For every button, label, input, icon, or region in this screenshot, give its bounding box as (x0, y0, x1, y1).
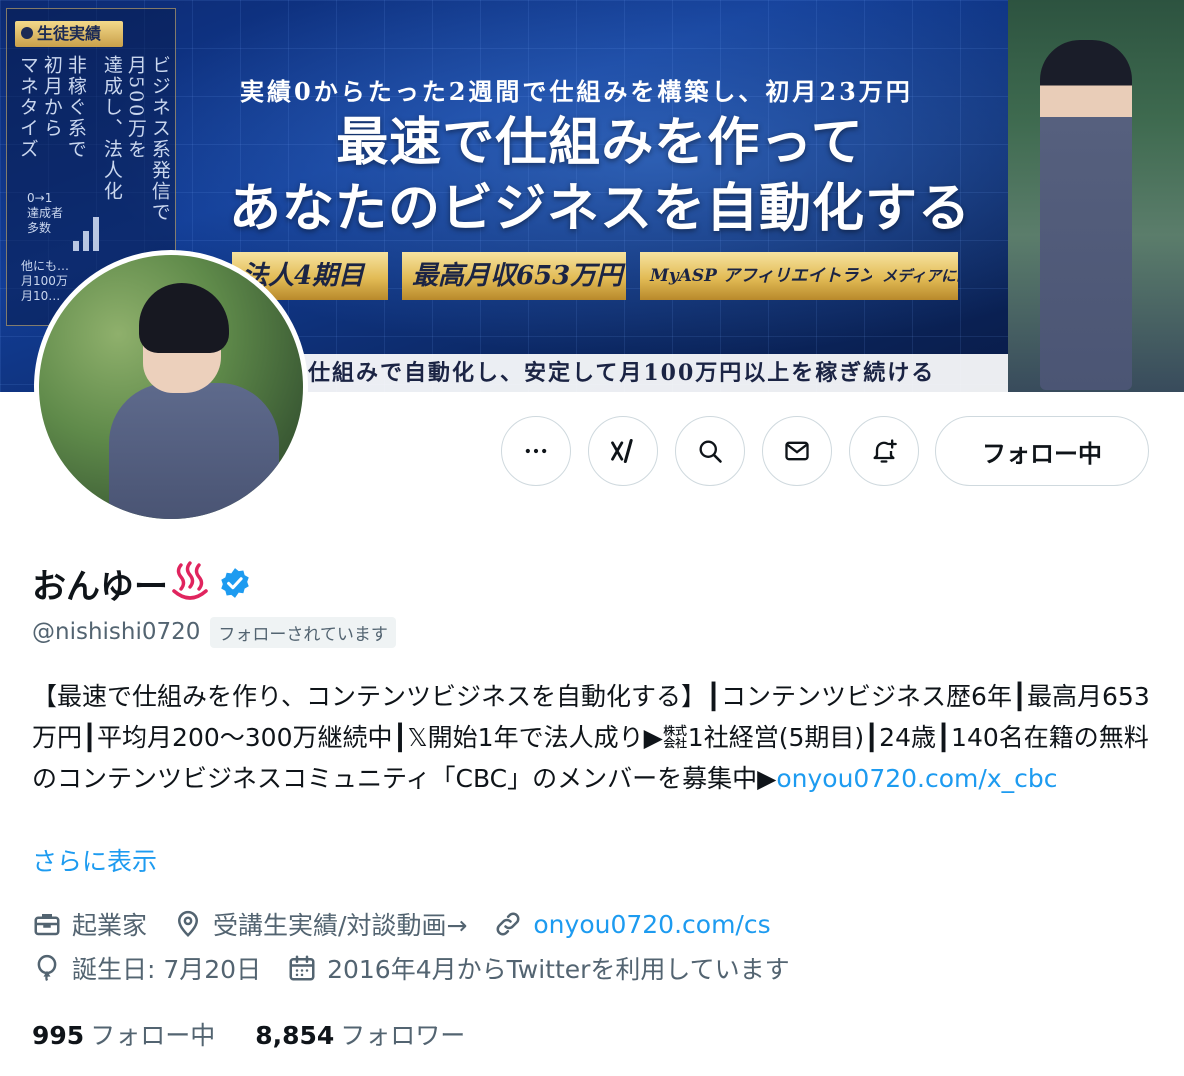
briefcase-icon (34, 914, 60, 936)
message-button[interactable] (762, 416, 832, 486)
followers-count: 8,854 (255, 1021, 335, 1050)
search-button[interactable] (675, 416, 745, 486)
following-label: フォロー中 (90, 1021, 216, 1050)
show-more-link[interactable]: さらに表示 (32, 842, 157, 878)
location-text: 受講生実績/対談動画→ (213, 911, 468, 940)
birthday-text: 誕生日: 7月20日 (72, 955, 262, 984)
banner-headline-line: 最速で仕組みを作って (336, 112, 864, 173)
chart-bars-icon (73, 215, 103, 251)
location-pin-icon (178, 910, 199, 937)
banner-headline-line: あなたのビジネスを自動化する (228, 178, 971, 239)
bio-link[interactable]: onyou0720.com/x_cbc (776, 764, 1057, 793)
following-button[interactable]: フォロー中 (935, 416, 1149, 486)
more-dots-icon (525, 448, 547, 454)
profession-item: 起業家 (32, 906, 147, 942)
follow-stats: 995 フォロー中 8,854 フォロワー (32, 1014, 505, 1054)
profile-name-row: おんゆー (32, 558, 252, 608)
following-stat[interactable]: 995 フォロー中 (32, 1016, 215, 1052)
search-icon (699, 440, 722, 463)
banner-tagline: 仕組みで自動化し、安定して月100万円以上を稼ぎ続ける (300, 354, 1030, 392)
banner-subheadline: 実績0からたった2週間で仕組みを構築し、初月23万円 (240, 77, 913, 106)
handle-row: @nishishi0720 フォローされています (32, 614, 396, 650)
profile-meta-row: 起業家 受講生実績/対談動画→ onyou0720.com/cs (32, 904, 797, 944)
bell-plus-icon (873, 439, 897, 463)
website-item[interactable]: onyou0720.com/cs (493, 909, 771, 939)
mail-icon (785, 441, 809, 461)
website-link[interactable]: onyou0720.com/cs (533, 910, 770, 939)
followers-stat[interactable]: 8,854 フォロワー (255, 1016, 465, 1052)
hot-springs-icon (172, 561, 208, 600)
grok-icon (611, 438, 633, 464)
birthday-item: 誕生日: 7月20日 (32, 950, 261, 986)
banner-vertical-text: 非稼ぐ系で (64, 55, 87, 160)
banner-vertical-text: マネタイズ (16, 55, 39, 160)
profession-text: 起業家 (72, 911, 148, 940)
achievement-badge: MyASP アフィリエイトランキング1位 (640, 252, 872, 300)
banner-vertical-text: ビジネス系発信で (148, 55, 171, 223)
banner-person-image (1040, 40, 1132, 390)
achievement-badge: 最高月収653万円 (402, 252, 626, 300)
location-item: 受講生実績/対談動画→ (173, 906, 467, 942)
grok-button[interactable] (588, 416, 658, 486)
profile-bio: 【最速で仕組みを作り、コンテンツビジネスを自動化する】┃コンテンツビジネス歴6年… (32, 676, 1152, 799)
followers-label: フォロワー (340, 1021, 466, 1050)
joined-item: 2016年4月からTwitterを利用しています (287, 950, 790, 986)
achievement-badge: メディアに出演 (872, 252, 958, 300)
banner-headline: 最速で仕組みを作って あなたのビジネスを自動化する (200, 110, 1000, 242)
profile-meta-row: 誕生日: 7月20日 2016年4月からTwitterを利用しています (32, 948, 816, 988)
banner-vertical-text: 初月から (40, 55, 63, 139)
verified-badge-icon[interactable] (218, 566, 252, 600)
follows-you-badge: フォローされています (210, 616, 396, 648)
avatar[interactable] (34, 250, 308, 524)
calendar-icon (289, 955, 315, 981)
display-name: おんゆー (32, 566, 168, 607)
link-icon (496, 912, 520, 936)
notify-button[interactable] (849, 416, 919, 486)
following-count: 995 (32, 1021, 85, 1050)
banner-badge: 生徒実績 (15, 21, 123, 47)
more-button[interactable] (501, 416, 571, 486)
user-handle: @nishishi0720 (32, 619, 201, 645)
banner-photo (1008, 0, 1184, 392)
joined-text: 2016年4月からTwitterを利用しています (327, 955, 790, 984)
banner-vertical-text: 達成し、法人化 (100, 55, 123, 202)
balloon-icon (37, 954, 57, 982)
banner-vertical-text: 月500万を (124, 55, 147, 161)
